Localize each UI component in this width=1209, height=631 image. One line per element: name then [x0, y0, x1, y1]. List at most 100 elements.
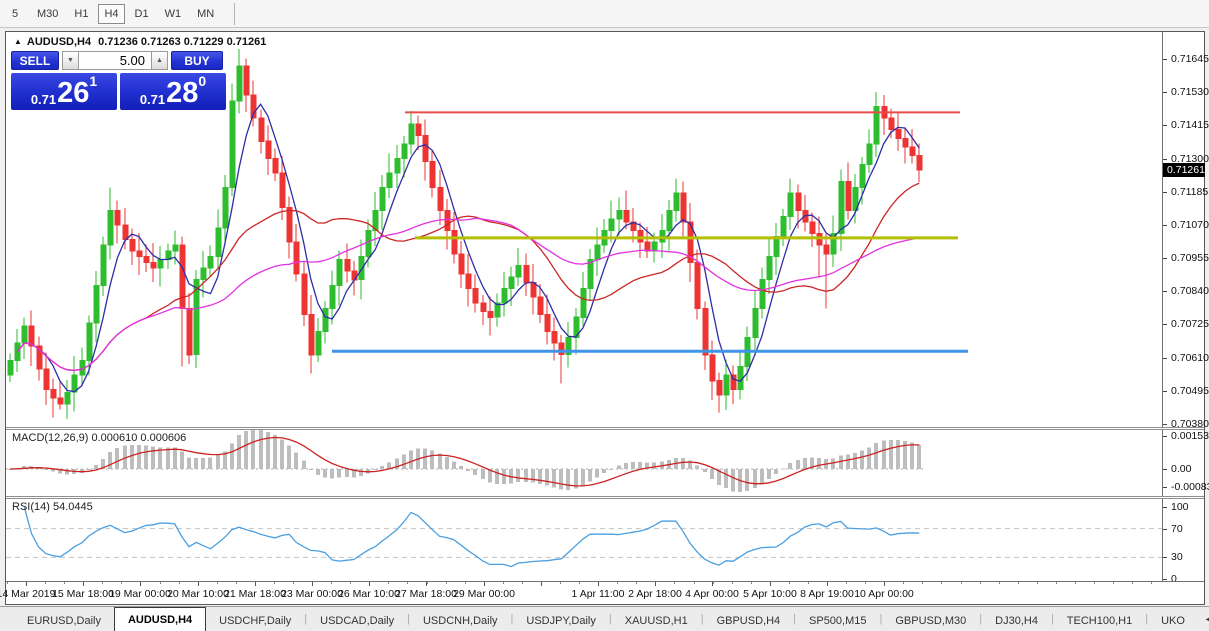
- timeframe-button-h1[interactable]: H1: [68, 4, 94, 24]
- tab-gbpusd-m30[interactable]: GBPUSD,M30: [882, 610, 979, 631]
- buy-button[interactable]: BUY: [171, 51, 223, 70]
- timeframe-toolbar: 5M30H1H4D1W1MN: [0, 0, 1209, 28]
- axis-tick: [1163, 529, 1167, 530]
- tab-uko[interactable]: UKO: [1148, 610, 1198, 631]
- date-label: 8 Apr 19:00: [800, 588, 854, 600]
- date-minor-tick: [179, 582, 180, 584]
- date-minor-tick: [427, 582, 428, 584]
- tab-scroll-left-icon[interactable]: ◄: [1198, 614, 1209, 624]
- axis-tick: [1163, 225, 1167, 226]
- date-minor-tick: [674, 582, 675, 584]
- date-label: 14 Mar 2019: [0, 588, 55, 600]
- price-axis-label: 0.70955: [1171, 252, 1209, 264]
- date-major-tick: [312, 582, 313, 586]
- axis-tick: [1163, 324, 1167, 325]
- price-axis-label: 0.71415: [1171, 119, 1209, 131]
- timeframe-button-h4[interactable]: H4: [98, 4, 124, 24]
- buy-price-sup: 0: [198, 75, 206, 87]
- date-label: 27 Mar 18:00: [395, 588, 457, 600]
- buy-price-big: 28: [166, 80, 198, 107]
- price-axis-label: 0.71530: [1171, 86, 1209, 98]
- date-minor-tick: [1075, 582, 1076, 584]
- sell-price-base: 0.71: [31, 92, 56, 107]
- axis-tick: [1163, 487, 1167, 488]
- rsi-chart[interactable]: [6, 499, 1162, 581]
- sell-price-display[interactable]: 0.71 26 1: [11, 73, 117, 110]
- tab-gbpusd-h4[interactable]: GBPUSD,H4: [704, 610, 794, 631]
- date-minor-tick: [1094, 582, 1095, 584]
- date-minor-tick: [160, 582, 161, 584]
- axis-tick: [1163, 557, 1167, 558]
- date-minor-tick: [1132, 582, 1133, 584]
- timeframe-button-d1[interactable]: D1: [129, 4, 155, 24]
- tab-usdcad-daily[interactable]: USDCAD,Daily: [307, 610, 407, 631]
- date-label: 4 Apr 00:00: [685, 588, 739, 600]
- tab-usdjpy-daily[interactable]: USDJPY,Daily: [513, 610, 609, 631]
- timeframe-button-w1[interactable]: W1: [159, 4, 188, 24]
- rsi-line: [24, 507, 919, 567]
- date-minor-tick: [64, 582, 65, 584]
- tab-usdcnh-daily[interactable]: USDCNH,Daily: [410, 610, 511, 631]
- date-minor-tick: [922, 582, 923, 584]
- date-minor-tick: [465, 582, 466, 584]
- tab-usdchf-daily[interactable]: USDCHF,Daily: [206, 610, 304, 631]
- chart-ohlc-quotes: 0.71236 0.71263 0.71229 0.71261: [98, 36, 266, 48]
- date-major-tick: [884, 582, 885, 586]
- timeframe-button-mn[interactable]: MN: [191, 4, 220, 24]
- chart-collapse-icon[interactable]: ▲: [14, 37, 22, 46]
- tab-eurusd-daily[interactable]: EURUSD,Daily: [14, 610, 114, 631]
- sell-button[interactable]: SELL: [11, 51, 59, 70]
- date-label: 21 Mar 18:00: [224, 588, 286, 600]
- date-minor-tick: [579, 582, 580, 584]
- axis-tick: [1163, 192, 1167, 193]
- date-major-tick: [827, 582, 828, 586]
- date-minor-tick: [961, 582, 962, 584]
- buy-price-display[interactable]: 0.71 28 0: [120, 73, 226, 110]
- date-minor-tick: [102, 582, 103, 584]
- rsi-axis-label: 70: [1171, 523, 1183, 535]
- rsi-axis-label: 30: [1171, 551, 1183, 563]
- date-major-tick: [369, 582, 370, 586]
- timeframe-button-m30[interactable]: M30: [31, 4, 64, 24]
- volume-decrease-button[interactable]: ▼: [62, 51, 79, 70]
- date-minor-tick: [7, 582, 8, 584]
- price-axis-label: 0.70840: [1171, 285, 1209, 297]
- toolbar-separator: [234, 3, 235, 25]
- tab-sp500-m15[interactable]: SP500,M15: [796, 610, 879, 631]
- date-minor-tick: [789, 582, 790, 584]
- tab-xauusd-h1[interactable]: XAUUSD,H1: [612, 610, 701, 631]
- date-major-tick: [83, 582, 84, 586]
- date-minor-tick: [751, 582, 752, 584]
- rsi-axis-label: 100: [1171, 501, 1189, 513]
- price-axis-label: 0.71645: [1171, 53, 1209, 65]
- axis-tick: [1163, 424, 1167, 425]
- date-minor-tick: [732, 582, 733, 584]
- date-minor-tick: [1037, 582, 1038, 584]
- date-minor-tick: [1151, 582, 1152, 584]
- chart-symbol: AUDUSD,H4: [27, 36, 91, 48]
- price-axis-label: 0.70495: [1171, 385, 1209, 397]
- date-major-tick: [484, 582, 485, 586]
- date-label: 10 Apr 00:00: [854, 588, 914, 600]
- date-minor-tick: [1113, 582, 1114, 584]
- timeframe-button-5[interactable]: 5: [3, 4, 27, 24]
- chart-window[interactable]: ▲ AUDUSD,H4 0.71236 0.71263 0.71229 0.7126…: [5, 31, 1205, 605]
- volume-increase-button[interactable]: ▲: [151, 51, 168, 70]
- symbol-tabs-bar: EURUSD,DailyAUDUSD,H4USDCHF,Daily|USDCAD…: [0, 606, 1209, 631]
- tab-dj30-h4[interactable]: DJ30,H4: [982, 610, 1051, 631]
- date-label: 23 Mar 00:00: [281, 588, 343, 600]
- panel-separator[interactable]: [6, 496, 1204, 499]
- panel-separator[interactable]: [6, 427, 1204, 430]
- date-label: 1 Apr 11:00: [572, 588, 625, 600]
- current-price-tag: 0.71261: [1163, 163, 1205, 177]
- axis-tick: [1163, 92, 1167, 93]
- buy-price-base: 0.71: [140, 92, 165, 107]
- tab-tech100-h1[interactable]: TECH100,H1: [1054, 610, 1145, 631]
- tab-audusd-h4[interactable]: AUDUSD,H4: [114, 607, 206, 631]
- one-click-trade-panel: SELL ▼ ▲ BUY 0.71 26 1 0.71 28 0: [11, 51, 226, 110]
- date-major-tick: [655, 582, 656, 586]
- macd-axis-label: 0.00: [1171, 463, 1191, 475]
- date-major-tick: [541, 582, 542, 586]
- volume-input[interactable]: [79, 51, 151, 70]
- chart-title: ▲ AUDUSD,H4 0.71236 0.71263 0.71229 0.7126…: [14, 36, 266, 48]
